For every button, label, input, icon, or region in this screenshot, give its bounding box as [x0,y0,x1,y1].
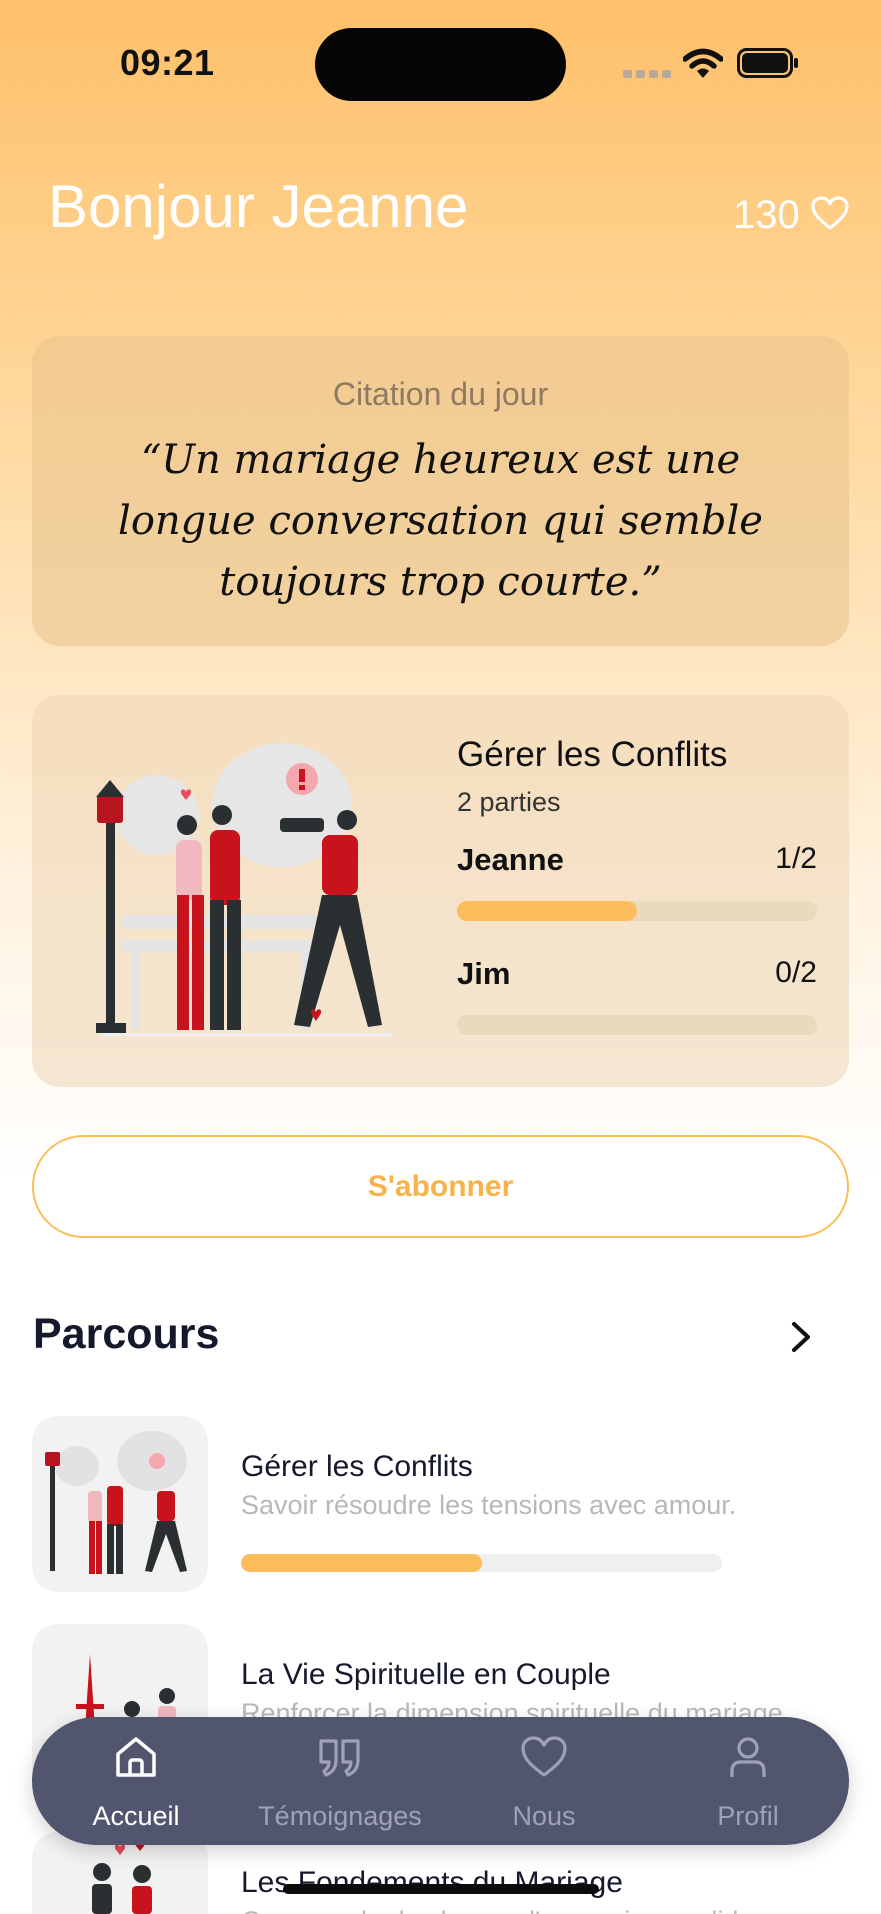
tab-nous[interactable]: Nous [442,1717,646,1845]
tab-label: Témoignages [258,1801,422,1831]
participant-progress-bar [457,1015,817,1035]
course-title: Les Fondements du Mariage [241,1866,623,1899]
participant-name: Jim [457,956,511,991]
heart-icon[interactable] [811,196,849,230]
chevron-right-icon[interactable] [786,1320,816,1354]
couple-photographer-illustration [96,743,392,1036]
greeting-title: Bonjour Jeanne [48,173,469,240]
current-course-parts: 2 parties [457,787,561,817]
dynamic-island [315,28,566,101]
participant-name: Jeanne [457,842,564,877]
tab-label: Profil [717,1801,779,1831]
user-icon [730,1737,766,1777]
quote-title: Citation du jour [332,376,549,412]
home-icon [116,1737,156,1777]
current-course-title: Gérer les Conflits [457,735,728,774]
tab-label: Nous [512,1801,576,1831]
course-title: Gérer les Conflits [241,1450,473,1483]
tab-bar: Accueil Témoignages Nous Profil [32,1717,849,1845]
tab-temoignages[interactable]: Témoignages [238,1717,442,1845]
participant-score: 0/2 [775,956,817,989]
course-title: La Vie Spirituelle en Couple [241,1658,611,1691]
quote-icon [319,1739,360,1777]
participant-progress-bar [457,901,817,921]
battery-icon [737,48,798,78]
tab-accueil[interactable]: Accueil [34,1717,238,1845]
course-thumbnail [32,1416,208,1592]
heart-icon [521,1736,567,1777]
course-progress-bar [241,1554,722,1572]
tab-profil[interactable]: Profil [646,1717,850,1845]
tab-label: Accueil [92,1801,180,1831]
course-subtitle: Comprendre les bases d'un mariage solide [241,1906,753,1914]
home-indicator [283,1884,599,1894]
quote-text: “Un mariage heureux est une longue conve… [118,437,763,605]
participant-score: 1/2 [775,842,817,875]
list-item[interactable]: Gérer les Conflits Savoir résoudre les t… [32,1416,852,1592]
course-subtitle: Savoir résoudre les tensions avec amour. [241,1490,737,1520]
quote-card: Citation du jour “Un mariage heureux est… [32,336,849,646]
hearts-count: 130 [733,193,800,237]
current-course-card[interactable]: Gérer les Conflits 2 parties Jeanne 1/2 … [32,695,849,1087]
signal-icon [623,70,671,78]
wifi-icon [683,48,723,78]
status-time: 09:21 [120,42,215,83]
section-title: Parcours [33,1310,220,1358]
subscribe-button[interactable]: S'abonner [32,1135,849,1238]
